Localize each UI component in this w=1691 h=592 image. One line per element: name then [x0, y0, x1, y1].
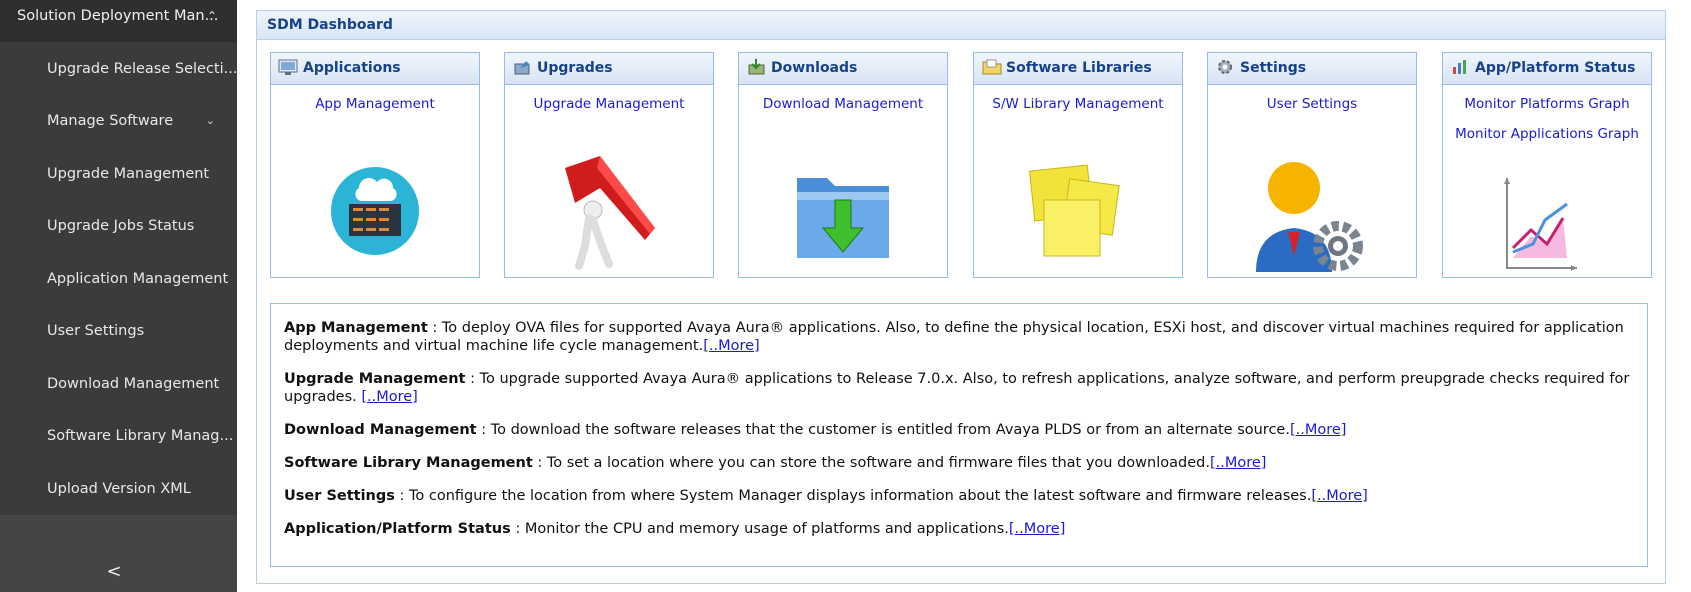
app-platform-status-icon — [1450, 57, 1472, 75]
description-user-settings: User Settings : To configure the locatio… — [284, 487, 1634, 505]
more-link[interactable]: [..More] — [703, 338, 759, 354]
sidebar-item-label: Upgrade Management — [47, 166, 210, 182]
card-header: Settings — [1208, 53, 1416, 85]
app-management-link[interactable]: App Management — [271, 96, 479, 112]
card-header: Upgrades — [505, 53, 713, 85]
user-settings-link[interactable]: User Settings — [1208, 96, 1416, 112]
download-management-link[interactable]: Download Management — [739, 96, 947, 112]
monitor-applications-graph-link[interactable]: Monitor Applications Graph — [1443, 126, 1651, 142]
sidebar-section-title: Solution Deployment Man... — [17, 8, 219, 24]
description-term: Download Management — [284, 422, 477, 438]
sticky-notes-icon — [1028, 164, 1120, 257]
sidebar-item-label: Application Management — [47, 271, 229, 287]
description-text: : To deploy OVA files for supported Avay… — [284, 320, 1624, 354]
card-title: Settings — [1240, 60, 1307, 76]
description-term: User Settings — [284, 488, 395, 504]
upgrade-arrow-figure-icon — [565, 156, 655, 270]
sidebar-item-application-management[interactable]: Application Management — [0, 253, 237, 305]
card-settings: Settings User Settings — [1207, 52, 1417, 278]
card-app-platform-status: App/Platform Status Monitor Platforms Gr… — [1442, 52, 1652, 278]
sidebar-item-upgrade-jobs-status[interactable]: Upgrade Jobs Status — [0, 200, 237, 252]
sidebar-item-label: Upload Version XML — [47, 481, 191, 497]
chevron-down-icon: ⌄ — [205, 114, 215, 127]
downloads-icon — [746, 57, 768, 75]
card-title: Applications — [303, 60, 401, 76]
card-header: Applications — [271, 53, 479, 85]
sidebar-item-label: Upgrade Jobs Status — [47, 218, 195, 234]
monitor-platforms-graph-link[interactable]: Monitor Platforms Graph — [1443, 96, 1651, 112]
sidebar-item-download-management[interactable]: Download Management — [0, 358, 237, 410]
description-term: Application/Platform Status — [284, 521, 511, 537]
applications-icon — [278, 57, 300, 75]
description-software-library-management: Software Library Management : To set a l… — [284, 454, 1634, 472]
upgrade-management-link[interactable]: Upgrade Management — [505, 96, 713, 112]
user-settings-figure-icon — [1256, 162, 1363, 272]
card-title: Downloads — [771, 60, 858, 76]
descriptions-panel: App Management : To deploy OVA files for… — [270, 303, 1648, 567]
sidebar-item-label: Software Library Manag... — [47, 428, 234, 444]
page-title: SDM Dashboard — [257, 11, 1665, 40]
more-link[interactable]: [..More] — [1311, 488, 1367, 504]
more-link[interactable]: [..More] — [1009, 521, 1065, 537]
card-title: Upgrades — [537, 60, 613, 76]
card-applications: Applications App Management — [270, 52, 480, 278]
description-text: : To upgrade supported Avaya Aura® appli… — [284, 371, 1630, 405]
card-downloads: Downloads Download Management — [738, 52, 948, 278]
sidebar-item-label: Upgrade Release Selecti... — [47, 61, 237, 77]
sidebar-item-upgrade-release-selection[interactable]: Upgrade Release Selecti... — [0, 43, 237, 95]
card-title: Software Libraries — [1006, 60, 1152, 76]
sidebar-item-upload-version-xml[interactable]: Upload Version XML — [0, 463, 237, 515]
chevron-up-icon[interactable]: ⌃ — [207, 0, 217, 32]
description-term: App Management — [284, 320, 428, 336]
card-header: App/Platform Status — [1443, 53, 1651, 85]
line-graph-icon — [1504, 178, 1577, 271]
cloud-server-icon — [331, 167, 419, 255]
description-app-management: App Management : To deploy OVA files for… — [284, 319, 1634, 355]
more-link[interactable]: [..More] — [361, 389, 417, 405]
more-link[interactable]: [..More] — [1210, 455, 1266, 471]
card-header: Software Libraries — [974, 53, 1182, 85]
sidebar-item-upgrade-management[interactable]: Upgrade Management — [0, 148, 237, 200]
sidebar: Solution Deployment Man... ⌃ Upgrade Rel… — [0, 0, 237, 592]
sidebar-item-manage-software[interactable]: Manage Software ⌄ — [0, 95, 237, 147]
sdm-dashboard-panel: SDM Dashboard Applications App Managemen… — [256, 10, 1666, 584]
card-software-libraries: Software Libraries S/W Library Managemen… — [973, 52, 1183, 278]
sidebar-item-label: Download Management — [47, 376, 220, 392]
card-title: App/Platform Status — [1475, 60, 1636, 76]
sidebar-item-label: Manage Software — [47, 113, 174, 129]
description-term: Software Library Management — [284, 455, 533, 471]
description-text: : To download the software releases that… — [476, 422, 1290, 438]
description-download-management: Download Management : To download the so… — [284, 421, 1634, 439]
description-text: : To set a location where you can store … — [532, 455, 1210, 471]
software-libraries-icon — [981, 57, 1003, 75]
sidebar-item-label: User Settings — [47, 323, 145, 339]
description-text: : To configure the location from where S… — [394, 488, 1312, 504]
description-application-platform-status: Application/Platform Status : Monitor th… — [284, 520, 1634, 538]
collapse-sidebar-icon[interactable]: < — [104, 562, 124, 582]
more-link[interactable]: [..More] — [1290, 422, 1346, 438]
upgrades-icon — [512, 57, 534, 75]
sidebar-item-user-settings[interactable]: User Settings — [0, 305, 237, 357]
sidebar-item-software-library-management[interactable]: Software Library Manag... — [0, 410, 237, 462]
description-term: Upgrade Management — [284, 371, 466, 387]
card-upgrades: Upgrades Upgrade Management — [504, 52, 714, 278]
sw-library-management-link[interactable]: S/W Library Management — [974, 96, 1182, 112]
download-folder-icon — [797, 178, 889, 258]
settings-gear-icon — [1215, 57, 1237, 75]
description-upgrade-management: Upgrade Management : To upgrade supporte… — [284, 370, 1634, 406]
sidebar-section-header[interactable]: Solution Deployment Man... ⌃ — [0, 0, 237, 42]
card-header: Downloads — [739, 53, 947, 85]
description-text: : Monitor the CPU and memory usage of pl… — [510, 521, 1009, 537]
